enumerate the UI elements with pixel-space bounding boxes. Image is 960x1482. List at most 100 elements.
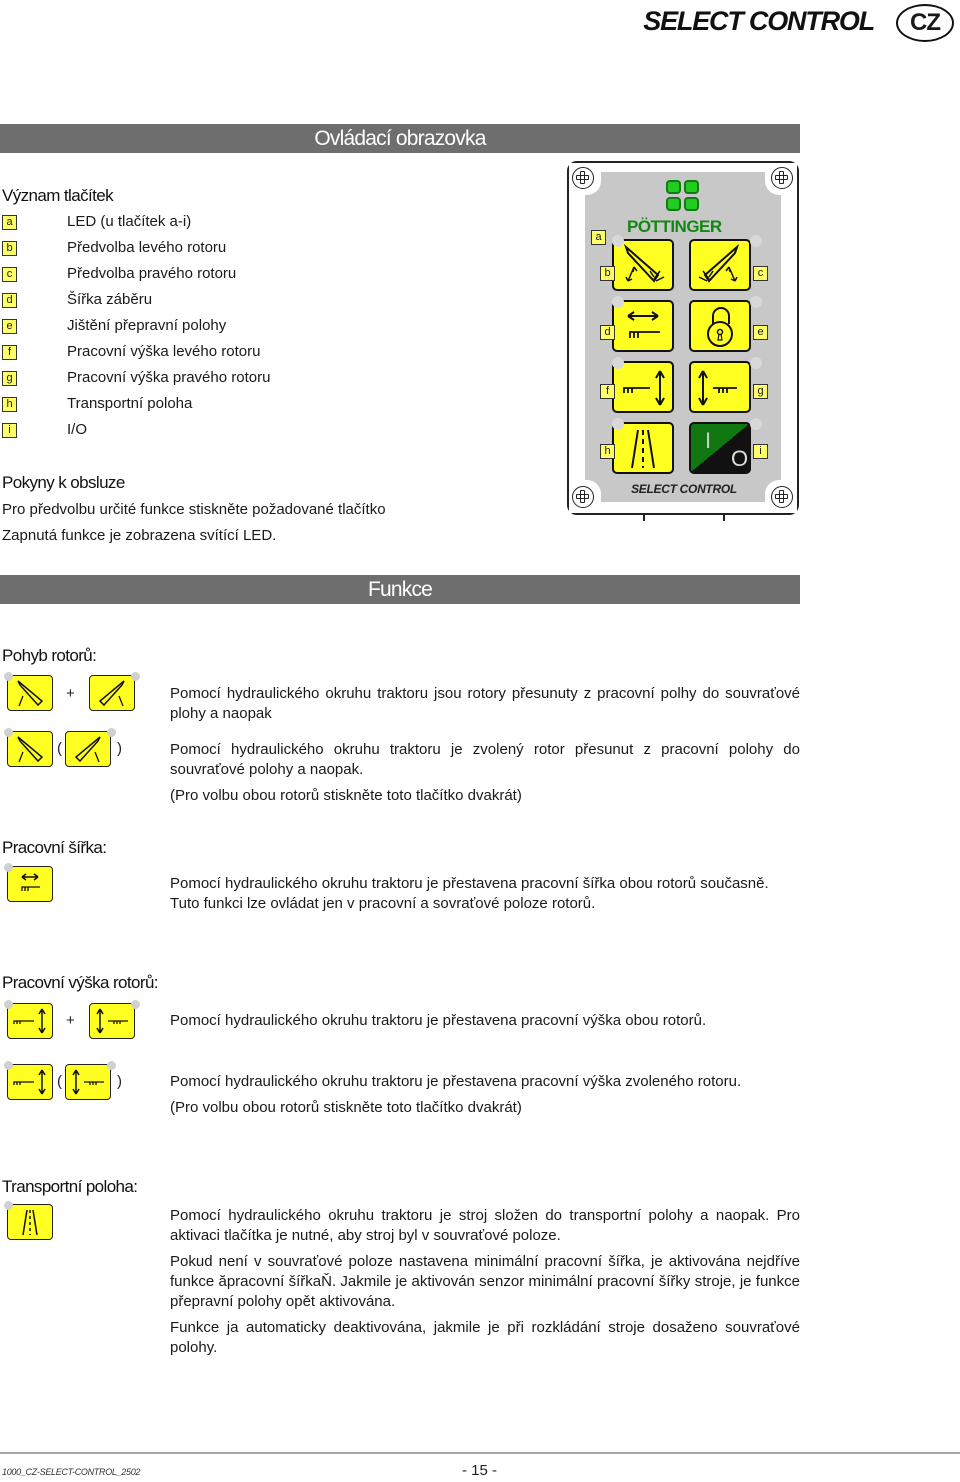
legend-key: h xyxy=(2,396,17,412)
legend-item: g xyxy=(2,365,17,391)
panel-label: i xyxy=(753,444,768,459)
rotor-movement-desc: Pomocí hydraulického okruhu traktoru je … xyxy=(170,741,800,778)
section-bar-screen-title: Ovládací obrazovka xyxy=(314,127,486,150)
instructions-heading: Pokyny k obsluze xyxy=(2,473,125,492)
off-symbol: O xyxy=(731,446,749,471)
legend-label: Šířka záběru xyxy=(67,291,153,308)
rotor-movement-desc: Pomocí hydraulického okruhu traktoru jso… xyxy=(170,685,800,722)
close-paren: ) xyxy=(117,740,122,757)
panel-label: a xyxy=(591,230,606,245)
on-symbol: I xyxy=(705,428,712,453)
right-height-icon-button xyxy=(89,1003,135,1039)
working-width-icon xyxy=(627,311,660,338)
transport-lock-button[interactable] xyxy=(689,300,751,352)
led-indicator xyxy=(107,1061,116,1070)
led-indicator xyxy=(131,672,140,681)
working-height-desc: Pomocí hydraulického okruhu traktoru je … xyxy=(170,1012,707,1029)
led-indicator xyxy=(612,357,624,369)
legend-label: I/O xyxy=(67,421,88,438)
legend-key: d xyxy=(2,292,17,308)
padlock-icon xyxy=(707,307,733,347)
left-height-button[interactable] xyxy=(612,361,674,413)
led-indicator xyxy=(750,357,762,369)
transport-desc: Funkce ja automaticky deaktivována, jakm… xyxy=(170,1319,800,1356)
legend-label: Pracovní výška pravého rotoru xyxy=(67,369,271,386)
open-paren: ( xyxy=(57,740,62,757)
working-width-icon-button xyxy=(7,866,53,902)
working-height-note: (Pro volbu obou rotorů stiskněte toto tl… xyxy=(170,1099,522,1116)
legend-item: b xyxy=(2,235,17,261)
close-paren: ) xyxy=(117,1073,122,1090)
led-indicator xyxy=(750,418,762,430)
legend-heading: Význam tlačítek xyxy=(2,186,114,205)
legend-label: LED (u tlačítek a-i) xyxy=(67,213,192,230)
legend-key: f xyxy=(2,344,17,360)
panel-label: h xyxy=(600,444,615,459)
panel-label: e xyxy=(753,325,768,340)
legend-key: e xyxy=(2,318,17,334)
working-width-button[interactable] xyxy=(612,300,674,352)
screw-icon xyxy=(572,486,594,508)
document-title: SELECT CONTROL xyxy=(643,6,875,36)
left-rotor-icon-button xyxy=(7,731,53,767)
instructions-line: Pro předvolbu určité funkce stiskněte po… xyxy=(2,501,386,518)
transport-position-button[interactable] xyxy=(612,422,674,474)
legend-key: g xyxy=(2,370,17,386)
led-indicator xyxy=(4,1000,13,1009)
transport-desc: Pokud není v souvraťové poloze nastavena… xyxy=(170,1253,800,1310)
section-bar-functions-title: Funkce xyxy=(367,578,433,601)
road-icon xyxy=(631,429,655,469)
led-indicator xyxy=(4,1061,13,1070)
led-indicator xyxy=(750,235,762,247)
left-height-icon-button xyxy=(7,1003,53,1039)
rotor-movement-heading: Pohyb rotorů: xyxy=(2,646,97,665)
legend-item: c xyxy=(2,261,17,287)
right-rotor-icon-button xyxy=(65,731,111,767)
screw-icon xyxy=(572,167,594,189)
panel-label: d xyxy=(600,325,615,340)
led-indicator xyxy=(131,1000,140,1009)
transport-desc: Pomocí hydraulického okruhu traktoru je … xyxy=(170,1207,800,1244)
legend-label: Předvolba levého rotoru xyxy=(67,239,227,256)
right-height-icon xyxy=(698,370,737,406)
screw-icon xyxy=(771,167,793,189)
left-height-icon xyxy=(623,370,665,406)
instructions-line: Zapnutá funkce je zobrazena svítící LED. xyxy=(2,527,277,544)
section-bar-functions: Funkce xyxy=(0,575,800,604)
legend-key: b xyxy=(2,240,17,256)
led-indicator xyxy=(612,418,624,430)
right-rotor-icon-button xyxy=(89,675,135,711)
legend-label: Předvolba pravého rotoru xyxy=(67,265,237,282)
panel-name: SELECT CONTROL xyxy=(631,482,737,496)
led-indicator xyxy=(4,1201,13,1210)
led-indicator xyxy=(4,728,13,737)
left-rotor-icon xyxy=(623,243,665,283)
left-height-icon-button xyxy=(7,1064,53,1100)
led-indicator xyxy=(612,296,624,308)
led-indicator xyxy=(4,672,13,681)
panel-label: b xyxy=(600,266,615,281)
legend-key: c xyxy=(2,266,17,282)
document-code: 1000_CZ-SELECT-CONTROL_2502 xyxy=(2,1467,141,1477)
right-rotor-icon xyxy=(698,243,740,283)
page-number: - 15 - xyxy=(462,1462,498,1479)
left-rotor-button[interactable] xyxy=(612,239,674,291)
panel-tick xyxy=(643,513,645,521)
right-height-button[interactable] xyxy=(689,361,751,413)
plus-sign: + xyxy=(66,1012,75,1029)
panel-tick xyxy=(723,513,725,521)
legend-item: e xyxy=(2,313,17,339)
open-paren: ( xyxy=(57,1073,62,1090)
transport-icon-button xyxy=(7,1204,53,1240)
screw-icon xyxy=(771,486,793,508)
right-rotor-button[interactable] xyxy=(689,239,751,291)
led-indicator xyxy=(107,728,116,737)
legend-item: d xyxy=(2,287,17,313)
working-height-desc: Pomocí hydraulického okruhu traktoru je … xyxy=(170,1073,742,1090)
panel-label: g xyxy=(753,384,768,399)
brand-name: PÖTTINGER xyxy=(627,217,722,236)
on-off-button[interactable]: I O xyxy=(689,422,751,474)
section-bar-screen: Ovládací obrazovka xyxy=(0,124,800,153)
led-indicator xyxy=(612,235,624,247)
language-badge: CZ xyxy=(896,4,954,42)
